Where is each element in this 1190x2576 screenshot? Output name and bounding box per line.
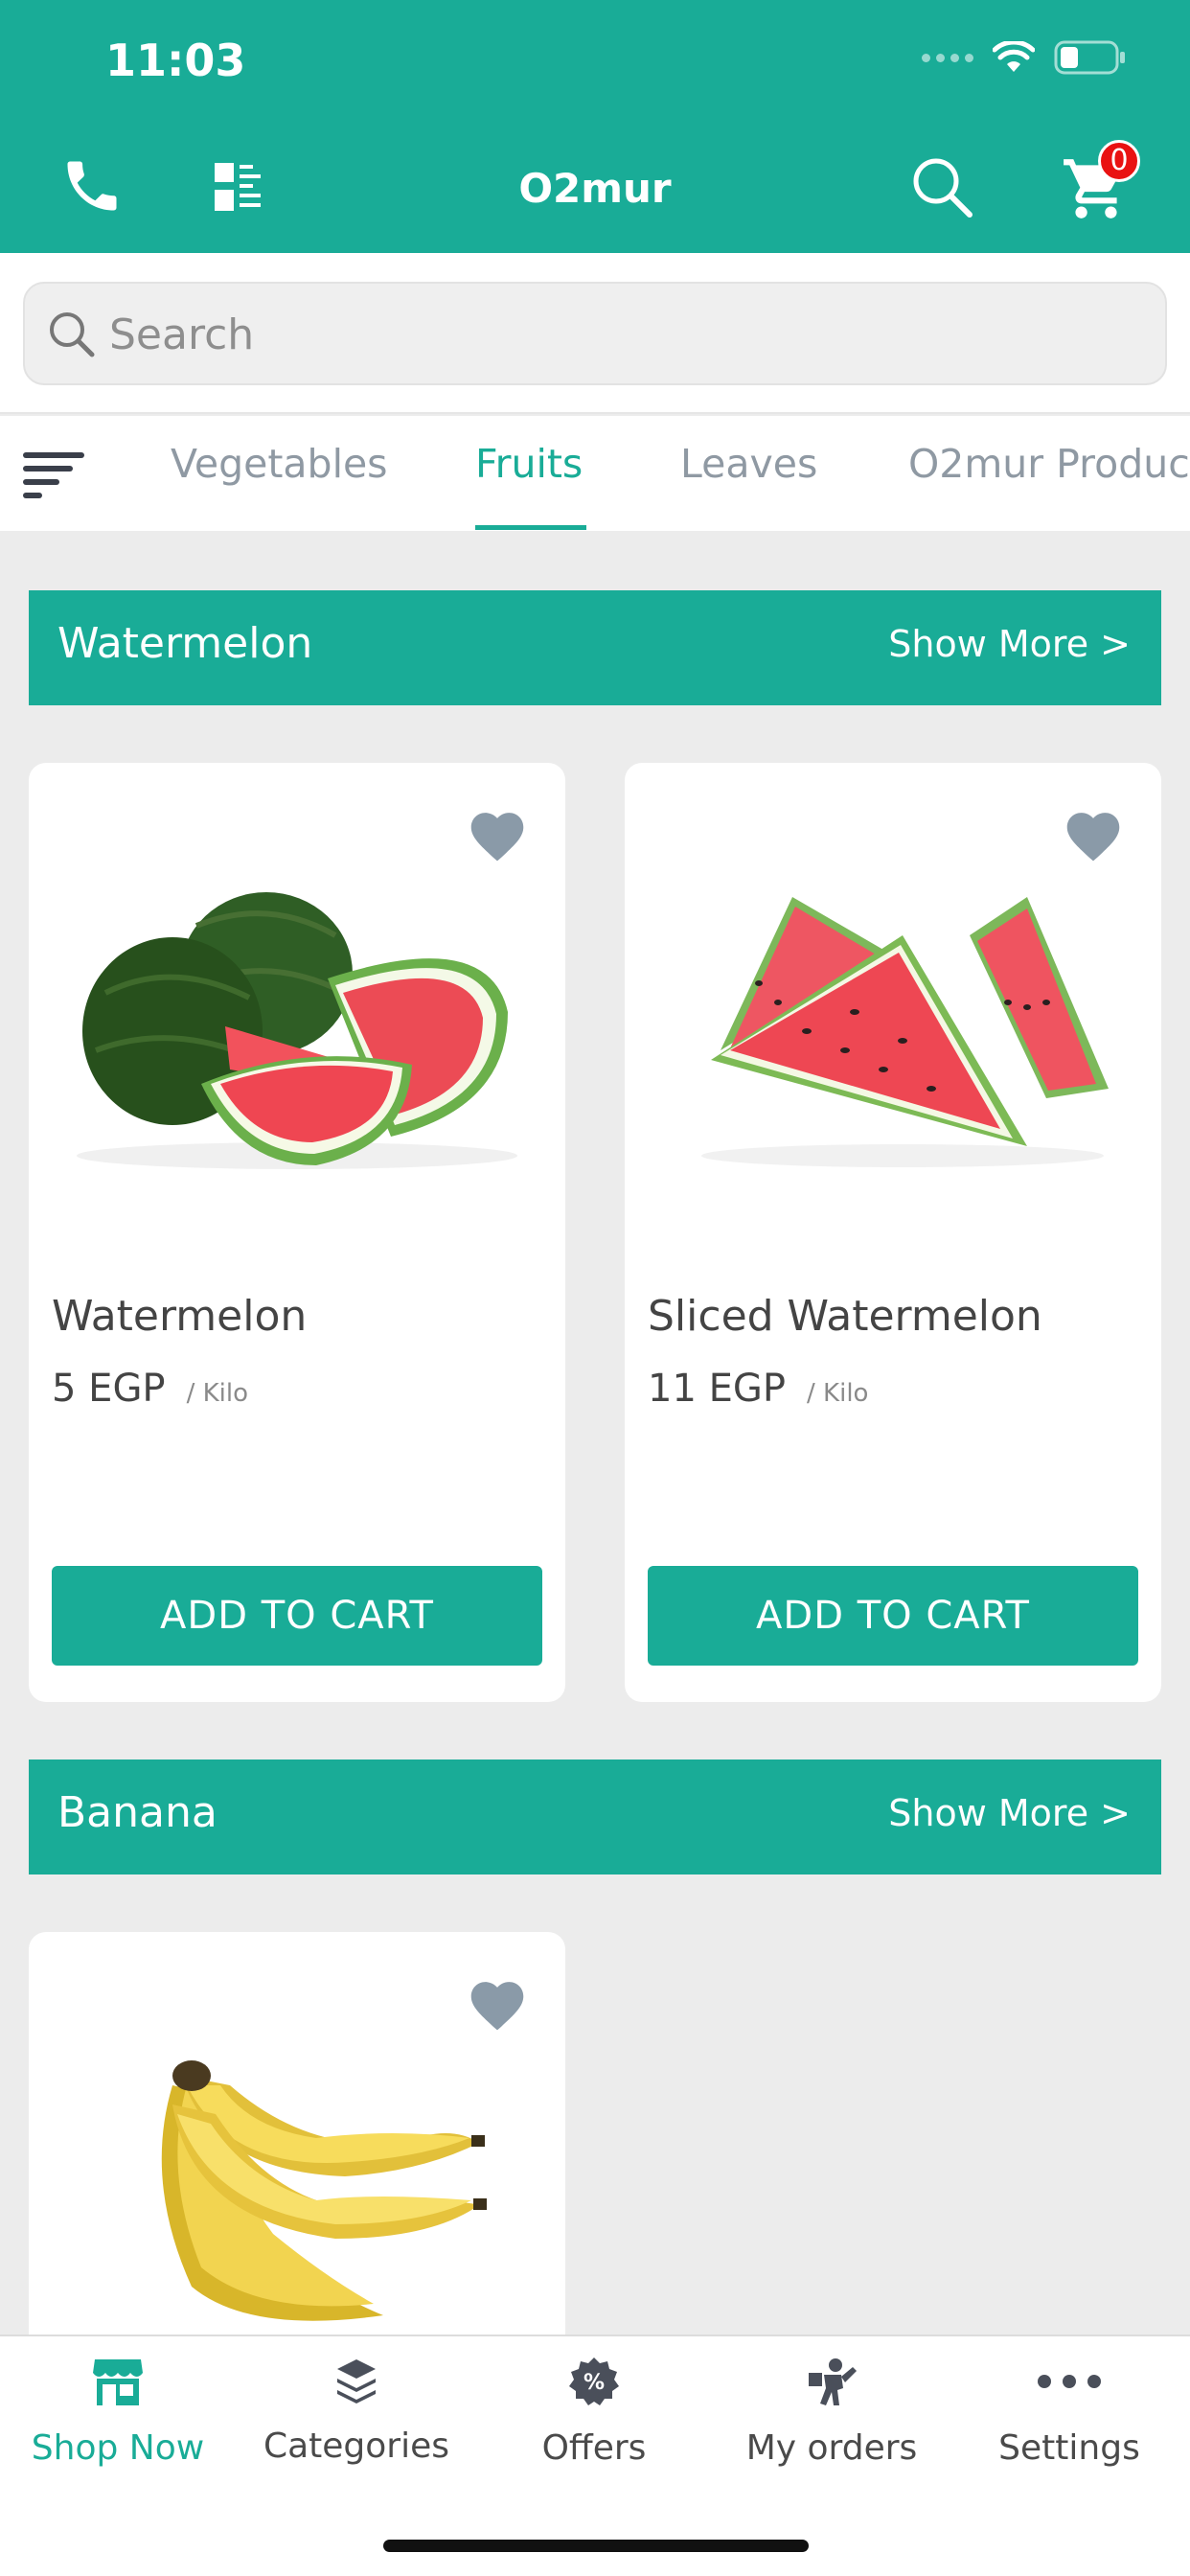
cart-count-badge: 0 [1098, 140, 1140, 182]
tab-o2mur-products[interactable]: O2mur Produc [908, 441, 1190, 487]
product-card-sliced-watermelon[interactable]: Sliced Watermelon 11 EGP / Kilo ADD TO CA… [625, 763, 1161, 1702]
price-unit: / Kilo [807, 1379, 869, 1408]
app-title: O2mur [518, 165, 672, 212]
section-header-banana: Banana Show More > [29, 1760, 1161, 1874]
price-unit: / Kilo [186, 1379, 248, 1408]
nav-label: Categories [263, 2426, 450, 2466]
add-to-cart-button[interactable]: ADD TO CART [648, 1566, 1138, 1666]
price-value: 11 EGP [648, 1367, 787, 1411]
tab-leaves[interactable]: Leaves [680, 441, 817, 487]
home-indicator[interactable] [383, 2540, 809, 2552]
show-more-link[interactable]: Show More > [888, 623, 1131, 665]
nav-label: Settings [998, 2428, 1140, 2468]
product-name: Watermelon [52, 1292, 308, 1341]
more-dots-icon [1038, 2375, 1101, 2388]
status-indicators [922, 40, 1127, 75]
price-value: 5 EGP [52, 1367, 166, 1411]
nav-label: Shop Now [31, 2428, 205, 2468]
app-header: 11:03 O2mur 0 [0, 0, 1190, 253]
section-header-watermelon: Watermelon Show More > [29, 590, 1161, 705]
category-tabs: Vegetables Fruits Leaves O2mur Produc [0, 416, 1190, 531]
favorite-heart-icon[interactable] [466, 805, 529, 862]
filter-menu-icon[interactable] [21, 447, 86, 508]
nav-my-orders[interactable]: My orders [717, 2356, 947, 2468]
delivery-person-icon [809, 2358, 857, 2405]
search-icon[interactable] [910, 155, 973, 218]
signal-icon [922, 53, 973, 62]
favorite-heart-icon[interactable] [466, 1974, 529, 2032]
percent-badge-icon: % [569, 2358, 619, 2405]
tab-fruits[interactable]: Fruits [475, 441, 583, 487]
add-to-cart-button[interactable]: ADD TO CART [52, 1566, 542, 1666]
nav-settings[interactable]: Settings [954, 2356, 1184, 2468]
section-title: Watermelon [57, 619, 313, 668]
store-icon [93, 2359, 143, 2405]
active-tab-indicator [475, 525, 586, 530]
tab-vegetables[interactable]: Vegetables [171, 441, 388, 487]
status-time: 11:03 [105, 34, 246, 86]
nav-offers[interactable]: % Offers [479, 2356, 709, 2468]
svg-text:%: % [584, 2371, 605, 2395]
product-price: 11 EGP / Kilo [648, 1367, 868, 1411]
nav-shop-now[interactable]: Shop Now [3, 2356, 233, 2468]
search-input[interactable] [109, 301, 1144, 368]
search-bar [0, 253, 1190, 414]
nav-label: My orders [745, 2428, 918, 2468]
layers-icon [337, 2359, 376, 2404]
product-card-watermelon[interactable]: Watermelon 5 EGP / Kilo ADD TO CART [29, 763, 565, 1702]
favorite-heart-icon[interactable] [1062, 805, 1125, 862]
wifi-icon [993, 41, 1035, 74]
product-price: 5 EGP / Kilo [52, 1367, 248, 1411]
show-more-link[interactable]: Show More > [888, 1792, 1131, 1834]
search-field-icon [50, 312, 95, 357]
nav-categories[interactable]: Categories [241, 2356, 471, 2466]
section-title: Banana [57, 1788, 217, 1837]
search-box[interactable] [23, 282, 1167, 385]
battery-icon [1054, 40, 1127, 75]
nav-label: Offers [541, 2428, 647, 2468]
product-name: Sliced Watermelon [648, 1292, 1042, 1341]
